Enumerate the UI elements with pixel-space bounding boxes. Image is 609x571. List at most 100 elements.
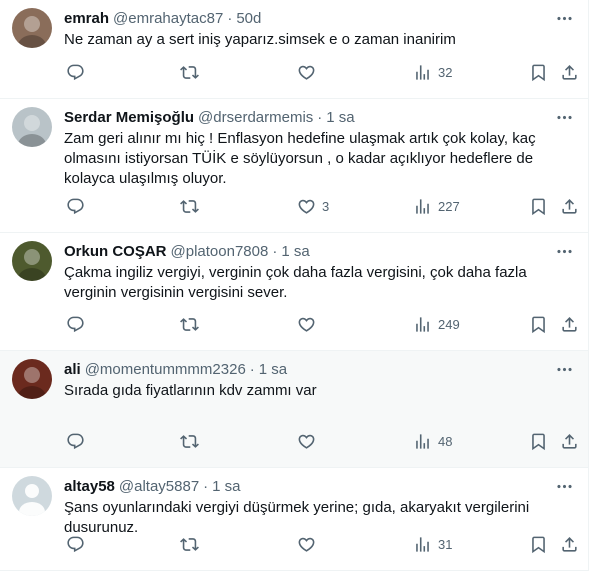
like-button[interactable] <box>297 535 322 554</box>
bookmark-button[interactable] <box>529 432 548 451</box>
views-button[interactable]: 31 <box>413 535 452 554</box>
avatar[interactable] <box>12 241 52 281</box>
timestamp[interactable]: 1 sa <box>259 361 287 378</box>
tweet-actions: 32 <box>0 52 588 92</box>
share-button[interactable] <box>560 432 579 451</box>
tweet-header: altay58 @altay5887 · 1 sa <box>64 476 572 496</box>
views-count: 227 <box>438 198 460 214</box>
views-button[interactable]: 32 <box>413 63 452 82</box>
like-icon <box>297 63 316 82</box>
tweet-header: emrah @emrahaytac87 · 50d <box>64 8 572 28</box>
views-button[interactable]: 48 <box>413 432 452 451</box>
tweet-header: Serdar Memişoğlu @drserdarmemis · 1 sa <box>64 107 572 127</box>
views-icon <box>413 197 432 216</box>
author-name[interactable]: Orkun COŞAR <box>64 243 167 260</box>
timestamp[interactable]: 50d <box>236 10 261 27</box>
share-button[interactable] <box>560 315 579 334</box>
more-options-icon[interactable] <box>554 476 574 496</box>
repost-icon <box>180 63 199 82</box>
reply-button[interactable] <box>66 197 91 216</box>
bookmark-icon <box>529 315 548 334</box>
timestamp[interactable]: 1 sa <box>326 109 354 126</box>
avatar[interactable] <box>12 8 52 48</box>
bookmark-button[interactable] <box>529 535 548 554</box>
share-icon <box>560 535 579 554</box>
author-handle[interactable]: @momentummmm2326 <box>85 361 246 378</box>
share-icon <box>560 197 579 216</box>
share-icon <box>560 432 579 451</box>
views-button[interactable]: 249 <box>413 315 460 334</box>
dot-separator: · <box>227 9 233 27</box>
repost-icon <box>180 432 199 451</box>
tweet-header: Orkun COŞAR @platoon7808 · 1 sa <box>64 241 572 261</box>
more-options-icon[interactable] <box>554 107 574 127</box>
reply-icon <box>66 63 85 82</box>
like-button[interactable] <box>297 432 322 451</box>
author-handle[interactable]: @emrahaytac87 <box>113 10 223 27</box>
tweet-text: Ne zaman ay a sert iniş yaparız.simsek e… <box>64 31 456 48</box>
views-count: 31 <box>438 536 453 552</box>
author-name[interactable]: emrah <box>64 10 109 27</box>
tweet-actions: 48 <box>0 421 588 461</box>
reply-button[interactable] <box>66 63 91 82</box>
share-button[interactable] <box>560 197 579 216</box>
bookmark-icon <box>529 197 548 216</box>
repost-icon <box>180 197 199 216</box>
avatar[interactable] <box>12 359 52 399</box>
views-icon <box>413 535 432 554</box>
reply-button[interactable] <box>66 432 91 451</box>
share-button[interactable] <box>560 63 579 82</box>
reply-feed: emrah @emrahaytac87 · 50d Ne zaman ay a sert… <box>0 0 589 571</box>
tweet-actions: 249 <box>0 304 588 344</box>
reply-icon <box>66 535 85 554</box>
bookmark-button[interactable] <box>529 315 548 334</box>
author-handle[interactable]: @drserdarmemis <box>198 109 313 126</box>
views-icon <box>413 63 432 82</box>
tweet[interactable]: Orkun COŞAR @platoon7808 · 1 sa Çakma ingili… <box>0 233 588 351</box>
share-button[interactable] <box>560 535 579 554</box>
bookmark-icon <box>529 535 548 554</box>
avatar[interactable] <box>12 107 52 147</box>
repost-button[interactable] <box>180 432 205 451</box>
bookmark-button[interactable] <box>529 197 548 216</box>
tweet-text: Çakma ingiliz vergiyi, verginin çok daha… <box>64 264 527 301</box>
reply-button[interactable] <box>66 535 91 554</box>
bookmark-icon <box>529 63 548 82</box>
avatar[interactable] <box>12 476 52 516</box>
views-button[interactable]: 227 <box>413 197 460 216</box>
more-options-icon[interactable] <box>554 359 574 379</box>
repost-button[interactable] <box>180 63 205 82</box>
like-button[interactable] <box>297 63 322 82</box>
repost-icon <box>180 535 199 554</box>
repost-button[interactable] <box>180 535 205 554</box>
timestamp[interactable]: 1 sa <box>281 243 309 260</box>
like-button[interactable] <box>297 315 322 334</box>
tweet-text: Zam geri alınır mı hiç ! Enflasyon hedef… <box>64 130 536 187</box>
like-icon <box>297 197 316 216</box>
share-icon <box>560 315 579 334</box>
author-handle[interactable]: @altay5887 <box>119 478 199 495</box>
author-handle[interactable]: @platoon7808 <box>171 243 269 260</box>
more-options-icon[interactable] <box>554 241 574 261</box>
like-button[interactable]: 3 <box>297 197 329 216</box>
tweet[interactable]: emrah @emrahaytac87 · 50d Ne zaman ay a sert… <box>0 0 588 99</box>
tweet-body: ali @momentummmm2326 · 1 sa Sırada gıda fiya… <box>64 359 572 401</box>
author-name[interactable]: altay58 <box>64 478 115 495</box>
author-name[interactable]: ali <box>64 361 81 378</box>
tweet-text: Sırada gıda fiyatlarının kdv zammı var <box>64 382 317 399</box>
share-icon <box>560 63 579 82</box>
reply-icon <box>66 432 85 451</box>
tweet[interactable]: altay58 @altay5887 · 1 sa Şans oyunlarındaki… <box>0 468 588 571</box>
tweet[interactable]: Serdar Memişoğlu @drserdarmemis · 1 sa Zam g… <box>0 99 588 233</box>
tweet-header: ali @momentummmm2326 · 1 sa <box>64 359 572 379</box>
repost-button[interactable] <box>180 315 205 334</box>
reply-button[interactable] <box>66 315 91 334</box>
timestamp[interactable]: 1 sa <box>212 478 240 495</box>
repost-button[interactable] <box>180 197 205 216</box>
dot-separator: · <box>249 360 255 378</box>
like-icon <box>297 432 316 451</box>
more-options-icon[interactable] <box>554 8 574 28</box>
tweet[interactable]: ali @momentummmm2326 · 1 sa Sırada gıda fiya… <box>0 351 588 468</box>
bookmark-button[interactable] <box>529 63 548 82</box>
author-name[interactable]: Serdar Memişoğlu <box>64 109 194 126</box>
